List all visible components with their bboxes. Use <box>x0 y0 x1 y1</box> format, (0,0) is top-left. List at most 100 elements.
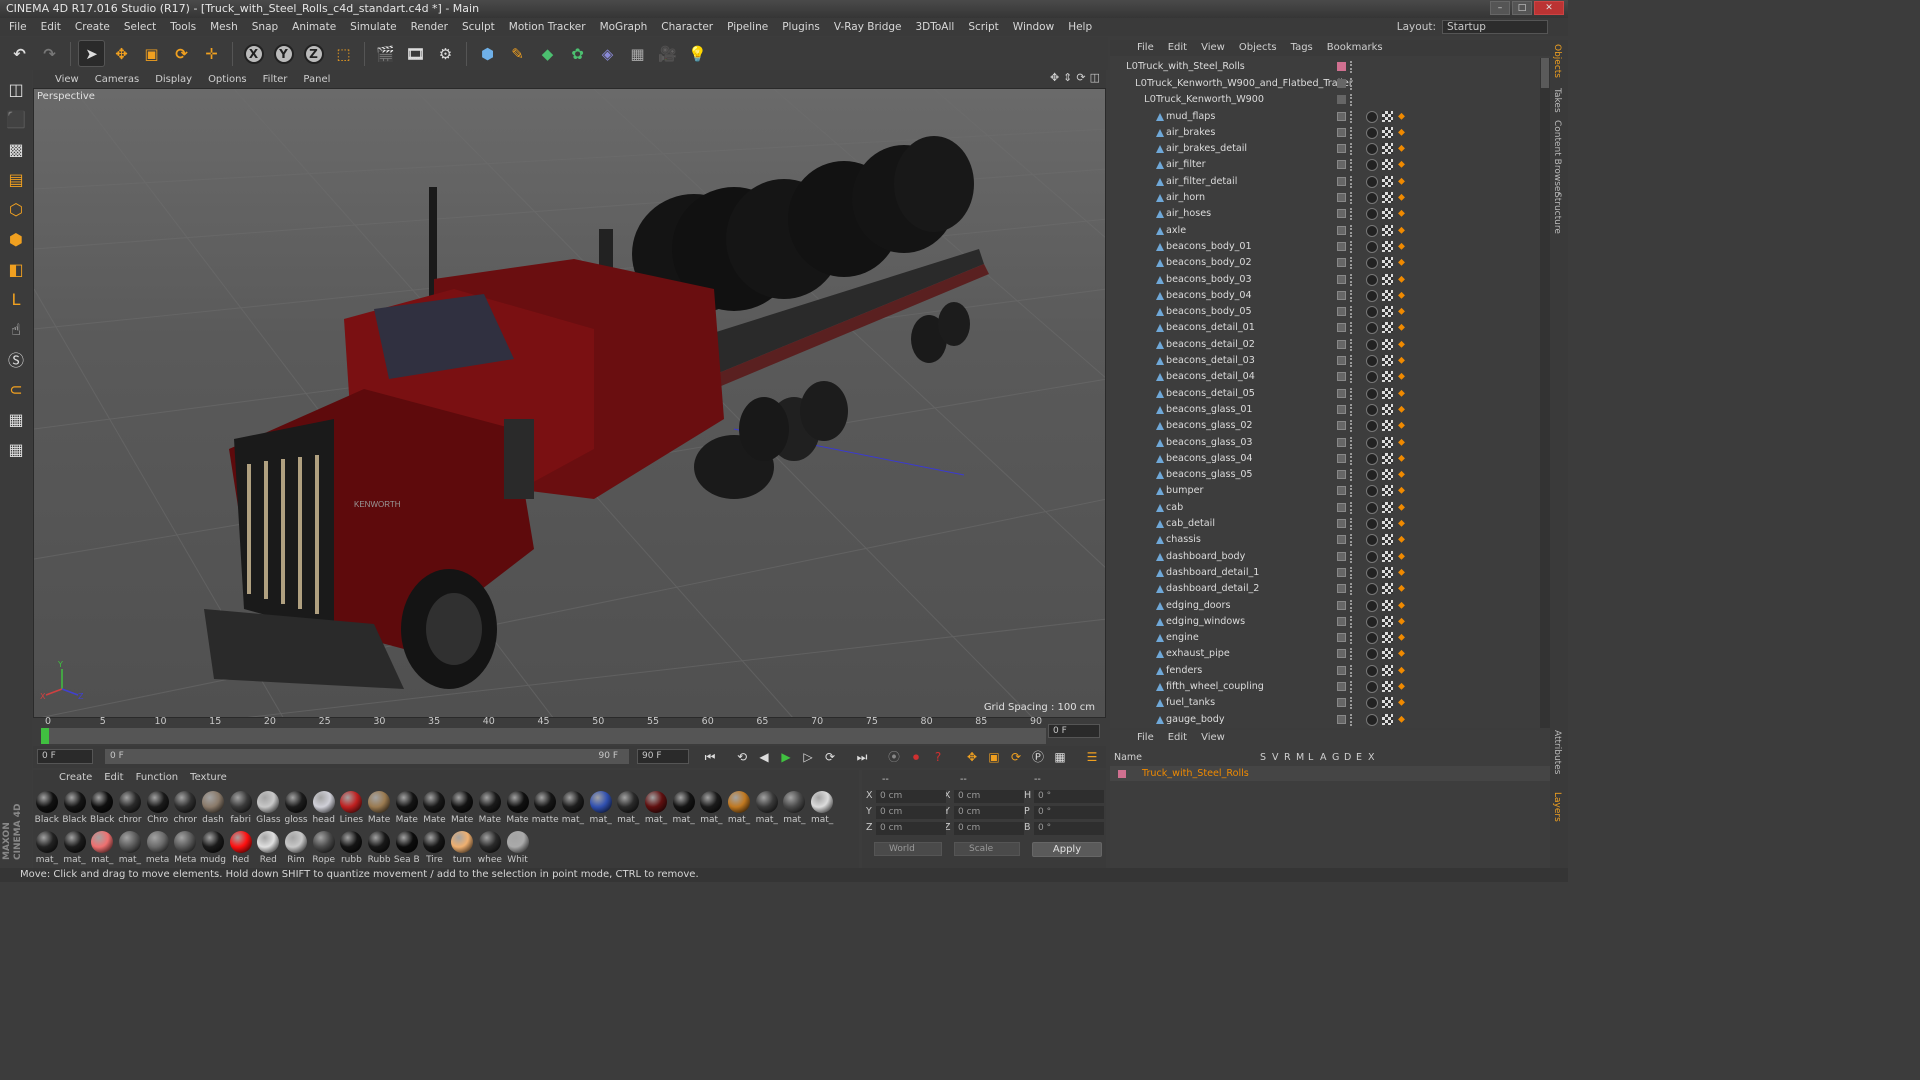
render-dots-icon[interactable] <box>1350 615 1353 628</box>
texture-tag-icon[interactable] <box>1382 501 1393 513</box>
material-tag-icon[interactable] <box>1366 338 1378 351</box>
go-to-start-icon[interactable]: ⏮ <box>701 748 719 766</box>
material-swatch[interactable]: turn <box>448 828 476 866</box>
phong-tag-icon[interactable]: ⬥ <box>1398 420 1406 432</box>
material-swatch[interactable]: Lines <box>338 788 366 826</box>
object-row[interactable]: fenders ⬥ <box>1110 663 1540 679</box>
material-tag-icon[interactable] <box>1366 681 1378 693</box>
render-dots-icon[interactable] <box>1350 697 1353 710</box>
texture-tag-icon[interactable] <box>1382 632 1393 644</box>
phong-tag-icon[interactable]: ⬥ <box>1398 225 1406 237</box>
object-row[interactable]: beacons_glass_05 ⬥ <box>1110 467 1540 483</box>
texture-tag-icon[interactable] <box>1382 436 1393 448</box>
material-swatch[interactable]: mat_ <box>642 788 670 826</box>
render-dots-icon[interactable] <box>1350 371 1353 384</box>
object-row[interactable]: air_brakes_detail ⬥ <box>1110 141 1540 157</box>
texture-tag-icon[interactable] <box>1382 403 1393 415</box>
material-tag-icon[interactable] <box>1366 208 1378 221</box>
key-pla-icon[interactable]: ▦ <box>1051 748 1069 766</box>
layer-row[interactable]: Truck_with_Steel_Rolls <box>1110 766 1550 781</box>
render-dots-icon[interactable] <box>1350 338 1353 351</box>
material-tag-icon[interactable] <box>1366 469 1378 482</box>
material-swatch[interactable]: fabri <box>227 788 255 826</box>
material-tag-icon[interactable] <box>1366 501 1378 514</box>
material-swatch[interactable]: Mate <box>365 788 393 826</box>
material-tag-icon[interactable] <box>1366 224 1378 237</box>
object-row[interactable]: engine ⬥ <box>1110 630 1540 646</box>
material-tag-icon[interactable] <box>1366 273 1378 286</box>
material-tag-icon[interactable] <box>1366 713 1378 726</box>
visibility-check-icon[interactable] <box>1337 567 1346 577</box>
material-tag-icon[interactable] <box>1366 664 1378 677</box>
object-row[interactable]: beacons_body_04 ⬥ <box>1110 288 1540 304</box>
visibility-check-icon[interactable] <box>1337 698 1346 708</box>
render-settings-icon[interactable]: ⚙ <box>432 40 459 67</box>
start-frame-field[interactable]: 0 F <box>37 749 93 764</box>
current-frame-field[interactable]: 0 F <box>1048 724 1100 738</box>
menu-v-ray-bridge[interactable]: V-Ray Bridge <box>827 18 909 36</box>
phong-tag-icon[interactable]: ⬥ <box>1398 600 1406 612</box>
material-menu-create[interactable]: Create <box>53 770 98 786</box>
material-swatch[interactable]: Black <box>88 788 116 826</box>
texture-tag-icon[interactable] <box>1382 355 1393 366</box>
texture-tag-icon[interactable] <box>1382 208 1393 220</box>
render-dots-icon[interactable] <box>1350 61 1353 73</box>
key-param-icon[interactable]: Ⓟ <box>1029 748 1047 766</box>
key-position-icon[interactable]: ✥ <box>963 748 981 766</box>
render-dots-icon[interactable] <box>1350 306 1353 319</box>
material-swatch[interactable]: Sea B <box>393 828 421 866</box>
object-row[interactable]: bumper ⬥ <box>1110 483 1540 499</box>
material-swatch[interactable]: mudg <box>199 828 227 866</box>
render-dots-icon[interactable] <box>1350 452 1353 465</box>
object-row[interactable]: beacons_detail_03 ⬥ <box>1110 353 1540 369</box>
texture-tag-icon[interactable] <box>1382 289 1393 301</box>
model-mode-icon[interactable]: ⬛ <box>3 106 29 132</box>
object-row[interactable]: beacons_glass_03 ⬥ <box>1110 435 1540 451</box>
material-swatch[interactable]: mat_ <box>670 788 698 826</box>
phong-tag-icon[interactable]: ⬥ <box>1398 257 1406 269</box>
object-row[interactable]: dashboard_detail_1 ⬥ <box>1110 565 1540 581</box>
material-tag-icon[interactable] <box>1366 420 1378 433</box>
visibility-check-icon[interactable] <box>1337 616 1346 626</box>
material-swatch[interactable]: Chro <box>144 788 172 826</box>
visibility-check-icon[interactable] <box>1337 127 1346 137</box>
visibility-check-icon[interactable] <box>1337 584 1346 594</box>
playhead[interactable] <box>41 728 49 744</box>
perspective-viewport[interactable]: KENWORTH Y X Z Perspective Grid Spacing … <box>33 88 1106 718</box>
material-swatch[interactable]: chror <box>116 788 144 826</box>
dolly-view-icon[interactable]: ⇕ <box>1063 71 1072 84</box>
key-scale-icon[interactable]: ▣ <box>985 748 1003 766</box>
workplane-icon[interactable]: ▤ <box>3 166 29 192</box>
side-tab-objects[interactable]: Objects <box>1552 44 1562 78</box>
texture-tag-icon[interactable] <box>1382 159 1393 171</box>
next-key-icon[interactable]: ⟳ <box>821 748 839 766</box>
render-dots-icon[interactable] <box>1350 420 1353 433</box>
phong-tag-icon[interactable]: ⬥ <box>1398 404 1406 416</box>
texture-tag-icon[interactable] <box>1382 175 1393 187</box>
material-swatch[interactable]: Rope <box>310 828 338 866</box>
viewport-menu-cameras[interactable]: Cameras <box>87 74 147 85</box>
material-tag-icon[interactable] <box>1366 175 1378 188</box>
maximize-button[interactable]: □ <box>1512 1 1532 15</box>
visibility-check-icon[interactable] <box>1337 519 1346 528</box>
visibility-check-icon[interactable] <box>1337 486 1346 496</box>
texture-tag-icon[interactable] <box>1382 534 1393 546</box>
menu-pipeline[interactable]: Pipeline <box>720 18 775 36</box>
material-tag-icon[interactable] <box>1366 371 1378 384</box>
phong-tag-icon[interactable]: ⬥ <box>1398 485 1406 497</box>
cube-icon[interactable]: ⬢ <box>474 40 501 67</box>
phong-tag-icon[interactable]: ⬥ <box>1398 274 1406 286</box>
visibility-check-icon[interactable] <box>1337 633 1346 643</box>
material-tag-icon[interactable] <box>1366 599 1378 612</box>
texture-tag-icon[interactable] <box>1382 322 1393 334</box>
pan-view-icon[interactable]: ✥ <box>1050 71 1059 84</box>
live-selection-icon[interactable]: ✛ <box>198 40 225 67</box>
menu-snap[interactable]: Snap <box>245 18 285 36</box>
material-tag-icon[interactable] <box>1366 485 1378 498</box>
previous-frame-icon[interactable]: ◀ <box>755 748 773 766</box>
side-tab-layers[interactable]: Layers <box>1552 792 1562 822</box>
record-keys-icon[interactable]: ⦿ <box>885 748 903 766</box>
object-row[interactable]: beacons_detail_02 ⬥ <box>1110 337 1540 353</box>
visibility-check-icon[interactable] <box>1337 193 1346 202</box>
phong-tag-icon[interactable]: ⬥ <box>1398 388 1406 400</box>
